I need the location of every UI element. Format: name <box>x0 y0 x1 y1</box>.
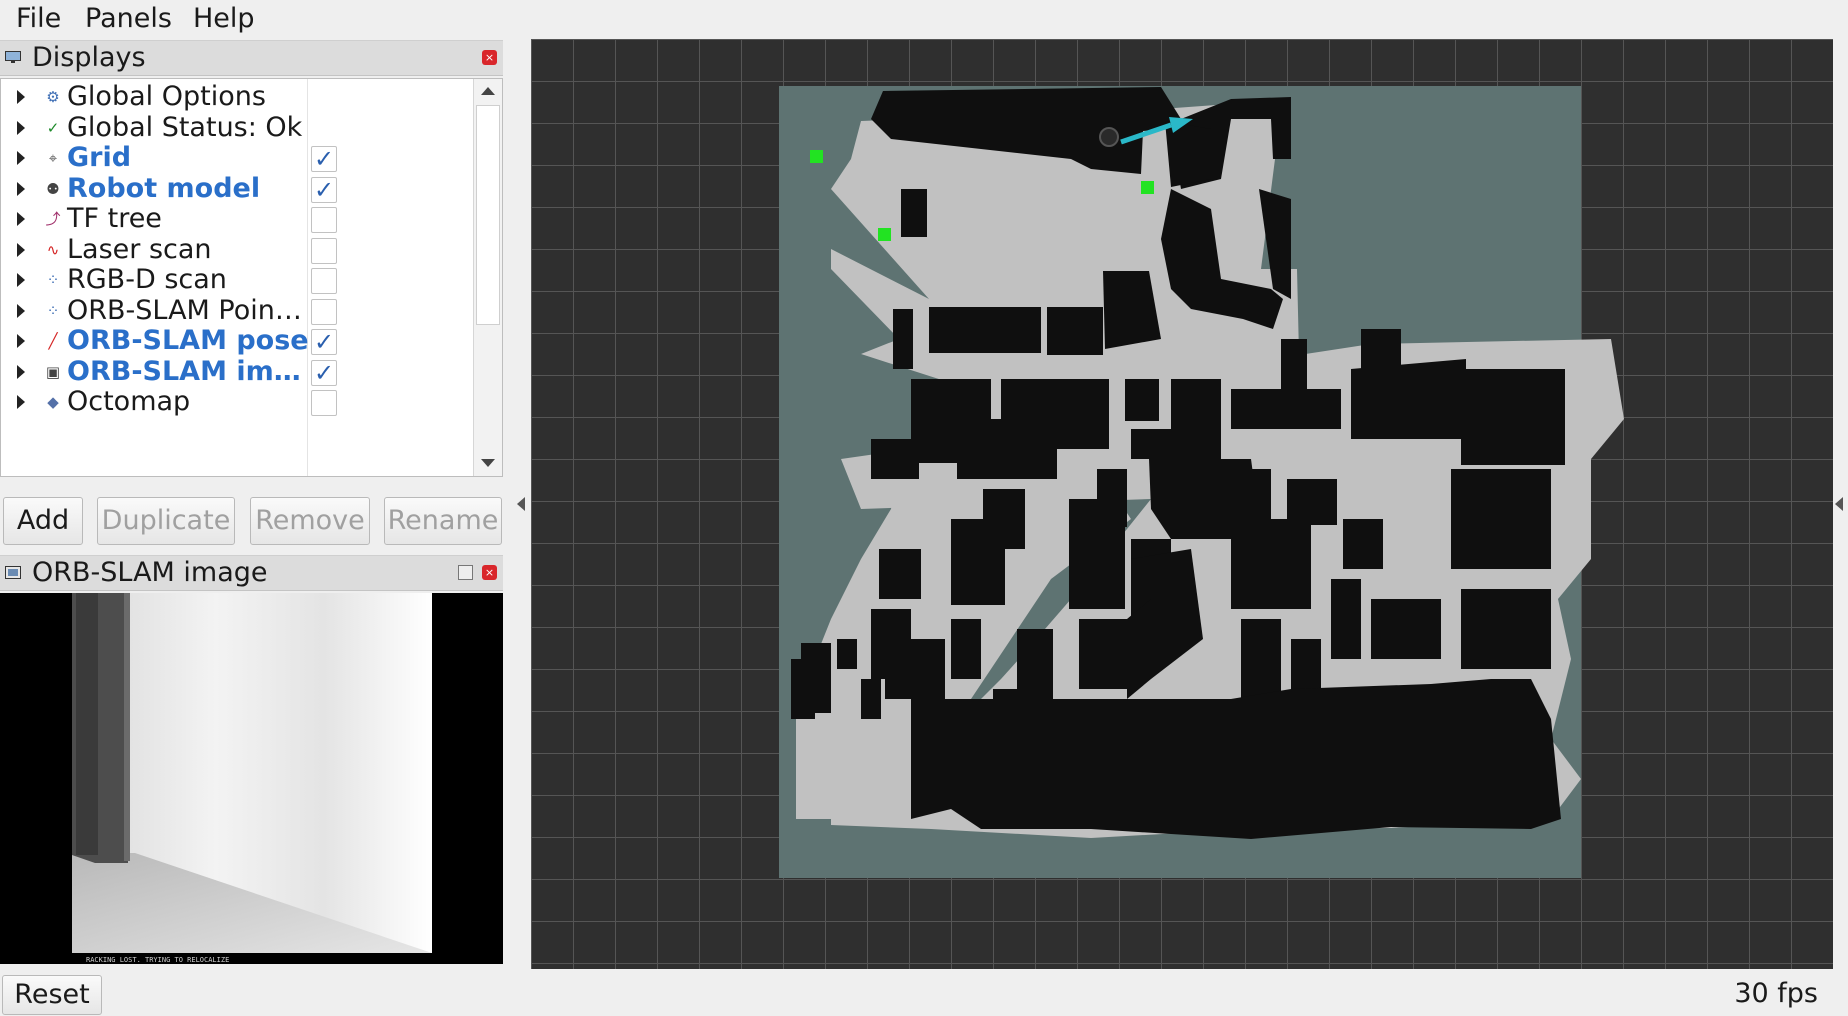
expand-arrow-icon[interactable] <box>17 243 25 257</box>
expand-arrow-icon[interactable] <box>17 151 25 165</box>
image-panel-titlebar: ORB-SLAM image × <box>0 555 503 591</box>
occupancy-map <box>779 86 1624 878</box>
camera-frame: RACKING LOST. TRYING TO RELOCALIZE <box>0 593 503 964</box>
display-enable-checkbox[interactable]: ✓ <box>311 146 337 172</box>
display-enable-checkbox[interactable] <box>311 390 337 416</box>
expand-arrow-icon[interactable] <box>17 182 25 196</box>
display-enable-checkbox[interactable]: ✓ <box>311 360 337 386</box>
menu-panels-label: Panels <box>85 3 172 34</box>
display-enable-checkbox[interactable] <box>311 207 337 233</box>
expand-arrow-icon[interactable] <box>17 90 25 104</box>
tree-scrollbar[interactable] <box>473 79 502 476</box>
display-enable-checkbox[interactable] <box>311 299 337 325</box>
laser-icon: ∿ <box>46 241 60 259</box>
image-icon <box>5 566 21 579</box>
grid-icon: ⌖ <box>48 149 58 167</box>
expand-arrow-icon[interactable] <box>17 273 25 287</box>
tf-icon: ⤴ <box>45 210 61 228</box>
rename-button[interactable]: Rename <box>384 497 502 545</box>
undock-icon[interactable] <box>458 565 473 580</box>
pointcloud-icon: ⁘ <box>46 271 60 289</box>
add-button[interactable]: Add <box>3 497 83 545</box>
display-item-label: Octomap <box>67 386 191 417</box>
collapse-right-icon[interactable] <box>1835 497 1843 511</box>
pose-icon: ╱ <box>48 332 58 350</box>
pointcloud-icon: ⁘ <box>46 302 60 320</box>
gear-icon: ⚙ <box>46 88 60 106</box>
fps-counter: 30 fps <box>1734 978 1818 1009</box>
check-icon: ✓ <box>46 119 60 137</box>
image-close-icon[interactable]: × <box>482 565 497 580</box>
monitor-icon <box>5 51 21 63</box>
image-icon: ▣ <box>45 363 61 381</box>
displays-panel-titlebar: Displays × <box>0 40 503 76</box>
menu-file[interactable]: File <box>16 2 61 36</box>
displays-close-icon[interactable]: × <box>482 50 497 65</box>
robot-marker <box>1099 127 1119 147</box>
scroll-thumb[interactable] <box>476 105 500 325</box>
reset-button[interactable]: Reset <box>2 975 102 1015</box>
menu-help[interactable]: Help <box>193 2 255 36</box>
display-item[interactable]: ◆ Octomap <box>1 384 473 420</box>
orb-slam-image-view: RACKING LOST. TRYING TO RELOCALIZE <box>0 593 503 964</box>
displays-panel-title: Displays <box>32 42 146 73</box>
image-panel-title: ORB-SLAM image <box>32 557 268 588</box>
duplicate-button[interactable]: Duplicate <box>97 497 235 545</box>
3d-view[interactable] <box>531 39 1833 969</box>
display-enable-checkbox[interactable] <box>311 238 337 264</box>
camera-overlay-text: RACKING LOST. TRYING TO RELOCALIZE <box>86 956 229 964</box>
display-enable-checkbox[interactable]: ✓ <box>311 329 337 355</box>
collapse-left-icon[interactable] <box>517 497 525 511</box>
octomap-icon: ◆ <box>47 393 59 411</box>
menu-bar: File Panels Help <box>0 0 1848 38</box>
expand-arrow-icon[interactable] <box>17 334 25 348</box>
scroll-up-icon[interactable] <box>481 87 495 95</box>
display-enable-checkbox[interactable] <box>311 268 337 294</box>
display-enable-checkbox[interactable]: ✓ <box>311 177 337 203</box>
robot-icon: ⚉ <box>46 180 60 198</box>
displays-tree: ⚙ Global Options ✓ Global Status: Ok ⌖ Grid ✓ ⚉… <box>0 78 503 477</box>
expand-arrow-icon[interactable] <box>17 395 25 409</box>
remove-button[interactable]: Remove <box>250 497 370 545</box>
scroll-down-icon[interactable] <box>481 459 495 467</box>
expand-arrow-icon[interactable] <box>17 212 25 226</box>
menu-panels[interactable]: Panels <box>85 2 172 36</box>
menu-help-label: Help <box>193 3 255 34</box>
menu-file-label: File <box>16 3 62 34</box>
expand-arrow-icon[interactable] <box>17 304 25 318</box>
expand-arrow-icon[interactable] <box>17 121 25 135</box>
expand-arrow-icon[interactable] <box>17 365 25 379</box>
